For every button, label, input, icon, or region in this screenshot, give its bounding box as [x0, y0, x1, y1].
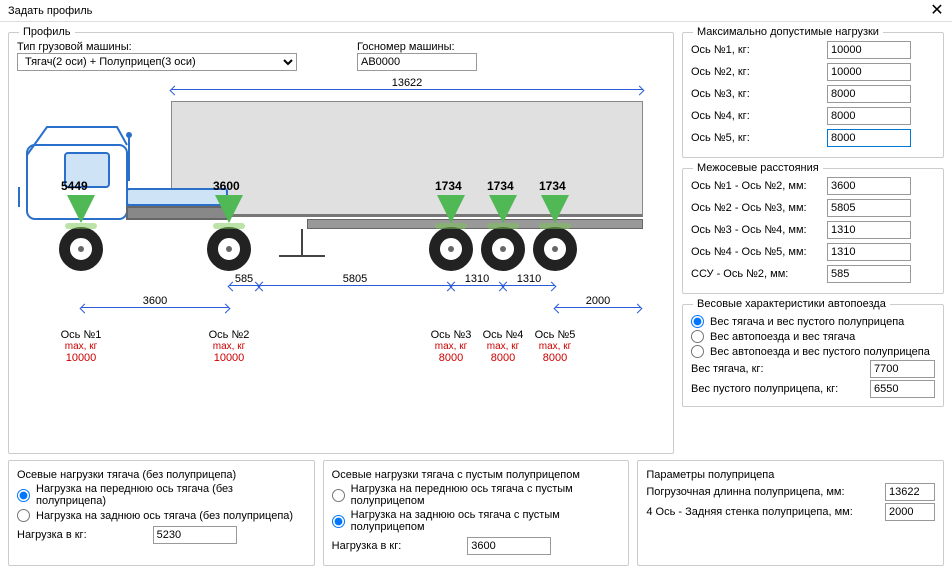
trailer-back-input[interactable] [885, 503, 935, 521]
combo-load-input[interactable] [467, 537, 551, 555]
iax-1-label: Ось №1 - Ось №2, мм: [691, 180, 821, 192]
load-arrow-5 [541, 195, 569, 223]
load-4: 1734 [487, 179, 514, 193]
weight-radio-2[interactable] [691, 330, 704, 343]
load-arrow-1 [67, 195, 95, 223]
combo-axle-radio-2[interactable] [332, 515, 345, 528]
iax-2-input[interactable] [827, 199, 911, 217]
combo-axle-legend: Осевые нагрузки тягача с пустым полуприц… [332, 469, 580, 481]
profile-group: Профиль Тип грузовой машины: Тягач(2 оси… [8, 32, 674, 454]
max-loads-group: Максимально допустимые нагрузки Ось №1, … [682, 32, 944, 158]
load-flare-2 [213, 223, 245, 229]
load-flare-3 [435, 223, 467, 229]
dim-45: 1310 [517, 273, 541, 285]
trailer-params-legend: Параметры полуприцепа [646, 469, 774, 481]
combo-axle-radio-2-label: Нагрузка на заднюю ось тягача с пустым п… [351, 509, 621, 533]
maxload-3-input[interactable] [827, 85, 911, 103]
load-flare-1 [65, 223, 97, 229]
dim-585: 585 [235, 273, 253, 285]
weight-radio-2-label: Вес автопоезда и вес тягача [710, 331, 855, 343]
tractor-axle-radio-2[interactable] [17, 509, 30, 522]
max-loads-legend: Максимально допустимые нагрузки [693, 26, 883, 38]
combo-axle-group: Осевые нагрузки тягача с пустым полуприц… [323, 460, 630, 566]
load-flare-4 [487, 223, 519, 229]
iax-4-label: Ось №4 - Ось №5, мм: [691, 246, 821, 258]
weight-group: Весовые характеристики автопоезда Вес тя… [682, 304, 944, 407]
weight-tractor-input[interactable] [870, 360, 935, 378]
window-title: Задать профиль [8, 5, 92, 17]
trailer-back-label: 4 Ось - Задняя стенка полуприцепа, мм: [646, 506, 881, 518]
load-5: 1734 [539, 179, 566, 193]
iax-1-input[interactable] [827, 177, 911, 195]
iax-3-input[interactable] [827, 221, 911, 239]
combo-axle-radio-1-label: Нагрузка на переднюю ось тягача с пустым… [351, 483, 621, 507]
close-icon[interactable]: ✕ [922, 0, 952, 22]
iax-3-label: Ось №3 - Ось №4, мм: [691, 224, 821, 236]
axle-5-label: Ось №5 max, кг 8000 [523, 329, 587, 364]
truck-type-select[interactable]: Тягач(2 оси) + Полуприцеп(3 оси) [17, 53, 297, 71]
truck-type-label: Тип грузовой машины: [17, 41, 297, 53]
maxload-1-input[interactable] [827, 41, 911, 59]
wheel-2 [207, 227, 251, 271]
dim-12: 3600 [143, 295, 167, 307]
tractor-axle-legend: Осевые нагрузки тягача (без полуприцепа) [17, 469, 236, 481]
dim-back: 2000 [586, 295, 610, 307]
maxload-4-input[interactable] [827, 107, 911, 125]
profile-legend: Профиль [19, 26, 75, 38]
truck-diagram: 13622 [17, 77, 657, 387]
combo-load-label: Нагрузка в кг: [332, 540, 402, 552]
tractor-axle-group: Осевые нагрузки тягача (без полуприцепа)… [8, 460, 315, 566]
weight-radio-3-label: Вес автопоезда и вес пустого полуприцепа [710, 346, 930, 358]
trailer-len-label: Погрузочная длинна полуприцепа, мм: [646, 486, 881, 498]
axle-2-label: Ось №2 max, кг 10000 [197, 329, 261, 364]
load-1: 5449 [61, 179, 88, 193]
load-flare-5 [539, 223, 571, 229]
wheel-3 [429, 227, 473, 271]
wheel-5 [533, 227, 577, 271]
dim-23: 5805 [343, 273, 367, 285]
tractor-load-input[interactable] [153, 526, 237, 544]
interaxle-legend: Межосевые расстояния [693, 162, 823, 174]
maxload-1-label: Ось №1, кг: [691, 44, 821, 56]
maxload-5-label: Ось №5, кг: [691, 132, 821, 144]
tractor-axle-radio-1-label: Нагрузка на переднюю ось тягача (без пол… [36, 483, 306, 507]
license-input[interactable] [357, 53, 477, 71]
axle-1-label: Ось №1 max, кг 10000 [49, 329, 113, 364]
maxload-4-label: Ось №4, кг: [691, 110, 821, 122]
interaxle-group: Межосевые расстояния Ось №1 - Ось №2, мм… [682, 168, 944, 294]
iax-4-input[interactable] [827, 243, 911, 261]
weight-trailer-input[interactable] [870, 380, 935, 398]
license-label: Госномер машины: [357, 41, 477, 53]
wheel-1 [59, 227, 103, 271]
weight-radio-1[interactable] [691, 315, 704, 328]
weight-trailer-label: Вес пустого полуприцепа, кг: [691, 383, 866, 395]
combo-axle-radio-1[interactable] [332, 489, 345, 502]
load-2: 3600 [213, 179, 240, 193]
maxload-5-input[interactable] [827, 129, 911, 147]
weight-legend: Весовые характеристики автопоезда [693, 298, 890, 310]
tractor-axle-radio-2-label: Нагрузка на заднюю ось тягача (без полуп… [36, 510, 293, 522]
maxload-2-label: Ось №2, кг: [691, 66, 821, 78]
load-arrow-2 [215, 195, 243, 223]
iax-5-input[interactable] [827, 265, 911, 283]
iax-5-label: ССУ - Ось №2, мм: [691, 268, 821, 280]
load-arrow-4 [489, 195, 517, 223]
load-3: 1734 [435, 179, 462, 193]
wheel-4 [481, 227, 525, 271]
trailer-params-group: Параметры полуприцепа Погрузочная длинна… [637, 460, 944, 566]
dim-34: 1310 [465, 273, 489, 285]
tractor-load-label: Нагрузка в кг: [17, 529, 87, 541]
weight-radio-3[interactable] [691, 345, 704, 358]
maxload-3-label: Ось №3, кг: [691, 88, 821, 100]
maxload-2-input[interactable] [827, 63, 911, 81]
weight-radio-1-label: Вес тягача и вес пустого полуприцепа [710, 316, 904, 328]
weight-tractor-label: Вес тягача, кг: [691, 363, 866, 375]
trailer-len-input[interactable] [885, 483, 935, 501]
tractor-axle-radio-1[interactable] [17, 489, 30, 502]
iax-2-label: Ось №2 - Ось №3, мм: [691, 202, 821, 214]
load-arrow-3 [437, 195, 465, 223]
